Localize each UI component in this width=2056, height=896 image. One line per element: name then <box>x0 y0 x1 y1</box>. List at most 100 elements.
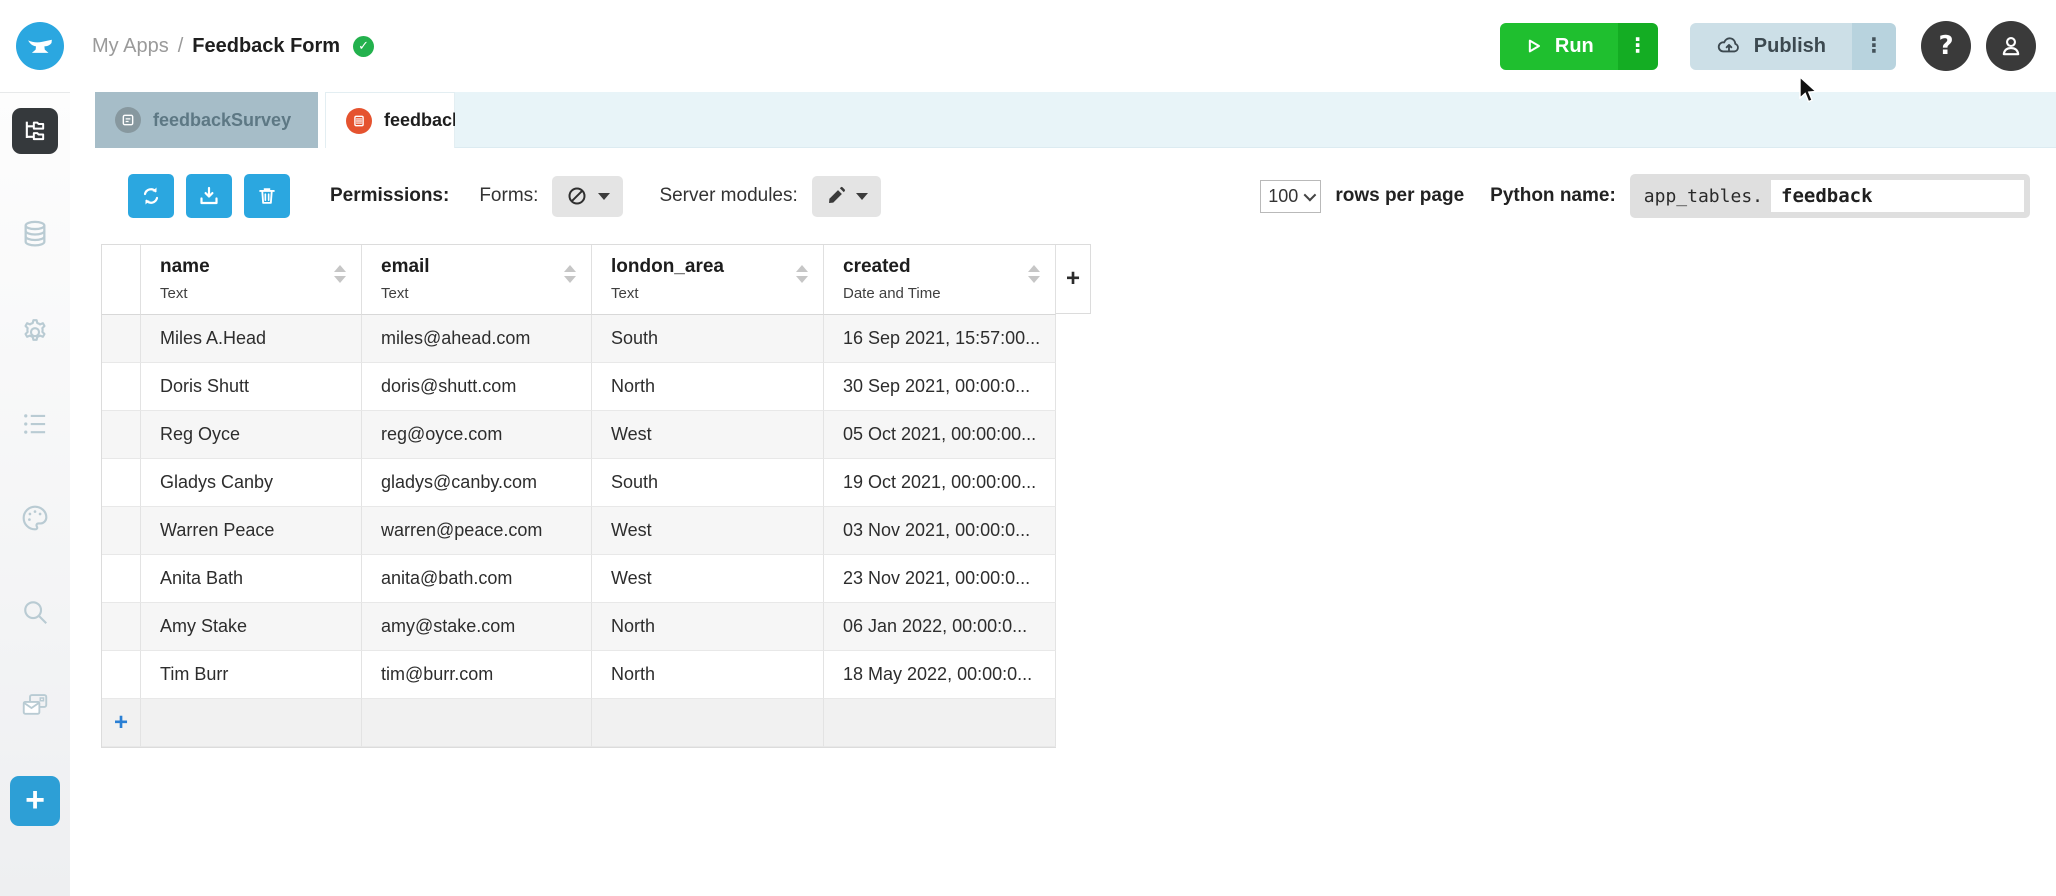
publish-options-button[interactable]: ⋮ <box>1852 22 1896 70</box>
sort-desc-icon <box>564 276 576 283</box>
row-handle[interactable] <box>102 411 141 459</box>
sidebar-item-app-browser[interactable] <box>12 108 58 154</box>
sort-toggle[interactable] <box>796 265 808 283</box>
sort-toggle[interactable] <box>334 265 346 283</box>
cell-name[interactable]: Miles A.Head <box>141 315 362 363</box>
new-cell[interactable] <box>362 699 592 747</box>
chevron-down-icon <box>1303 188 1317 201</box>
cell-email[interactable]: anita@bath.com <box>362 555 592 603</box>
row-handle[interactable] <box>102 363 141 411</box>
cell-name[interactable]: Gladys Canby <box>141 459 362 507</box>
sidebar-item-services[interactable] <box>18 690 52 720</box>
cell-london_area[interactable]: North <box>592 603 824 651</box>
cell-email[interactable]: tim@burr.com <box>362 651 592 699</box>
kebab-menu-icon: ⋮ <box>1627 35 1648 57</box>
publish-button-label: Publish <box>1753 34 1826 57</box>
sort-asc-icon <box>1028 265 1040 272</box>
sort-toggle[interactable] <box>1028 265 1040 283</box>
cell-london_area[interactable]: West <box>592 411 824 459</box>
run-options-button[interactable]: ⋮ <box>1617 22 1658 70</box>
account-button[interactable] <box>1986 21 2036 71</box>
row-handle[interactable] <box>102 651 141 699</box>
breadcrumb-separator: / <box>177 34 184 57</box>
cell-london_area[interactable]: South <box>592 315 824 363</box>
help-button[interactable]: ? <box>1921 21 1971 71</box>
cell-created[interactable]: 03 Nov 2021, 00:00:0... <box>824 507 1056 555</box>
cell-email[interactable]: miles@ahead.com <box>362 315 592 363</box>
cell-name[interactable]: Reg Oyce <box>141 411 362 459</box>
run-split-button: Run ⋮ <box>1499 22 1658 70</box>
cell-created[interactable]: 30 Sep 2021, 00:00:0... <box>824 363 1056 411</box>
cell-name[interactable]: Tim Burr <box>141 651 362 699</box>
cell-created[interactable]: 19 Oct 2021, 00:00:00... <box>824 459 1056 507</box>
verified-check-icon: ✓ <box>353 35 375 57</box>
cell-name[interactable]: Doris Shutt <box>141 363 362 411</box>
cell-name[interactable]: Warren Peace <box>141 507 362 555</box>
sidebar-item-search[interactable] <box>20 597 50 627</box>
row-handle[interactable] <box>102 603 141 651</box>
publish-button[interactable]: Publish <box>1689 22 1852 70</box>
download-csv-button[interactable] <box>186 174 232 218</box>
new-cell[interactable] <box>141 699 362 747</box>
table-toolbar: Permissions: Forms: Server modules: 100 … <box>70 148 2056 244</box>
column-header-email[interactable]: email Text <box>362 245 592 315</box>
cell-london_area[interactable]: West <box>592 507 824 555</box>
column-header-name[interactable]: name Text <box>141 245 362 315</box>
table-row: Doris Shutt doris@shutt.com North 30 Sep 20… <box>102 363 1056 411</box>
sidebar-item-data-tables[interactable] <box>19 217 51 251</box>
cell-created[interactable]: 16 Sep 2021, 15:57:00... <box>824 315 1056 363</box>
sidebar-add-button[interactable]: + <box>10 776 60 826</box>
tab-feedbacksurvey[interactable]: feedbackSurvey <box>95 92 318 148</box>
cell-london_area[interactable]: South <box>592 459 824 507</box>
column-type: Text <box>381 285 409 302</box>
new-cell[interactable] <box>592 699 824 747</box>
cell-london_area[interactable]: North <box>592 651 824 699</box>
cell-name[interactable]: Anita Bath <box>141 555 362 603</box>
database-icon <box>24 220 46 247</box>
column-header-london-area[interactable]: london_area Text <box>592 245 824 315</box>
sort-toggle[interactable] <box>564 265 576 283</box>
tab-feedback[interactable]: feedback × <box>325 92 490 148</box>
cell-email[interactable]: amy@stake.com <box>362 603 592 651</box>
add-column-button[interactable]: + <box>1056 244 1091 314</box>
row-handle[interactable] <box>102 459 141 507</box>
delete-table-button[interactable] <box>244 174 290 218</box>
sidebar-item-settings[interactable] <box>19 314 51 346</box>
breadcrumb-app-name[interactable]: Feedback Form <box>192 35 340 58</box>
anvil-logo[interactable] <box>16 22 64 70</box>
server-modules-permission-dropdown[interactable] <box>811 175 881 217</box>
row-handle-header <box>102 245 141 315</box>
cell-email[interactable]: gladys@canby.com <box>362 459 592 507</box>
cell-email[interactable]: warren@peace.com <box>362 507 592 555</box>
cell-created[interactable]: 05 Oct 2021, 00:00:00... <box>824 411 1056 459</box>
cell-name[interactable]: Amy Stake <box>141 603 362 651</box>
sidebar-item-outline[interactable] <box>19 409 51 439</box>
breadcrumb-my-apps[interactable]: My Apps <box>92 35 169 58</box>
column-header-created[interactable]: created Date and Time <box>824 245 1056 315</box>
rows-per-page-value: 100 <box>1268 185 1299 206</box>
table-row: Gladys Canby gladys@canby.com South 19 Oct … <box>102 459 1056 507</box>
main-panel: feedbackSurvey feedback × <box>70 92 2056 896</box>
cell-created[interactable]: 06 Jan 2022, 00:00:0... <box>824 603 1056 651</box>
run-button[interactable]: Run <box>1499 22 1618 70</box>
add-row-button[interactable]: + <box>102 699 141 747</box>
cell-created[interactable]: 23 Nov 2021, 00:00:0... <box>824 555 1056 603</box>
forms-permission-dropdown[interactable] <box>552 175 624 217</box>
cell-email[interactable]: reg@oyce.com <box>362 411 592 459</box>
refresh-button[interactable] <box>128 174 174 218</box>
new-cell[interactable] <box>824 699 1056 747</box>
row-handle[interactable] <box>102 507 141 555</box>
add-icon: + <box>113 708 128 736</box>
rows-per-page-select[interactable]: 100 <box>1260 179 1322 213</box>
sidebar-item-theme[interactable] <box>19 502 51 534</box>
python-name-input[interactable] <box>1771 180 2024 212</box>
cell-london_area[interactable]: West <box>592 555 824 603</box>
cell-created[interactable]: 18 May 2022, 00:00:0... <box>824 651 1056 699</box>
anvil-icon <box>28 39 52 53</box>
cell-email[interactable]: doris@shutt.com <box>362 363 592 411</box>
cell-london_area[interactable]: North <box>592 363 824 411</box>
row-handle[interactable] <box>102 555 141 603</box>
table-row: Miles A.Head miles@ahead.com South 16 Sep 2… <box>102 315 1056 363</box>
row-handle[interactable] <box>102 315 141 363</box>
sidebar: + <box>0 92 70 896</box>
